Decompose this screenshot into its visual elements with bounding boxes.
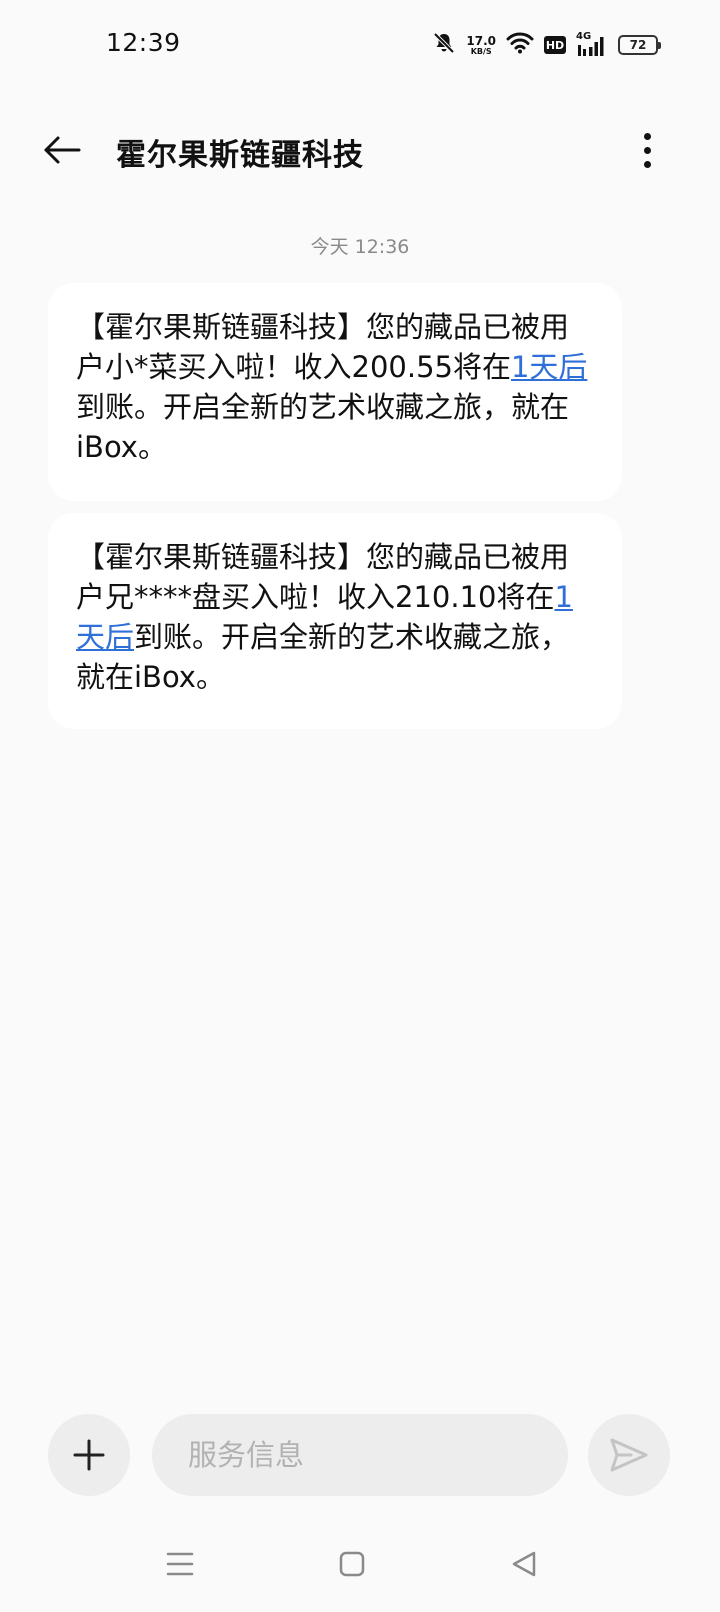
message-text: 到账。开启全新的艺术收藏之旅，就在iBox。 bbox=[76, 390, 570, 464]
message-date-link[interactable]: 1天后 bbox=[511, 350, 587, 384]
wifi-icon bbox=[506, 32, 534, 58]
system-navigation-bar bbox=[0, 1530, 720, 1600]
message-text: 【霍尔果斯链疆科技】您的藏品已被用户小*菜买入啦！收入200.55将在 bbox=[76, 310, 570, 384]
message-bubble[interactable]: 【霍尔果斯链疆科技】您的藏品已被用户兄****盘买入啦！收入210.10将在1天… bbox=[48, 513, 622, 729]
message-date-stamp: 今天 12:36 bbox=[310, 236, 410, 258]
send-button[interactable] bbox=[588, 1414, 670, 1496]
back-triangle-icon bbox=[512, 1551, 536, 1577]
back-button[interactable] bbox=[38, 128, 86, 172]
send-icon bbox=[610, 1438, 648, 1472]
nav-home-button[interactable] bbox=[327, 1542, 377, 1586]
network-speed-value: 17.0 bbox=[466, 33, 496, 48]
status-icons: 17.0 KB/S HD 4G 72 bbox=[432, 30, 661, 60]
more-options-button[interactable] bbox=[634, 128, 660, 172]
hd-badge: HD bbox=[544, 36, 566, 54]
conversation-header: 霍尔果斯链疆科技 bbox=[0, 110, 720, 190]
home-icon bbox=[339, 1551, 365, 1577]
add-attachment-button[interactable] bbox=[48, 1414, 130, 1496]
battery-indicator: 72 bbox=[618, 35, 661, 55]
signal-icon: 4G bbox=[576, 31, 608, 57]
more-vertical-icon bbox=[643, 132, 651, 140]
message-text: 【霍尔果斯链疆科技】您的藏品已被用户兄****盘买入啦！收入210.10将在 bbox=[76, 540, 570, 614]
page-title: 霍尔果斯链疆科技 bbox=[116, 138, 364, 173]
arrow-left-icon bbox=[44, 136, 81, 164]
nav-menu-button[interactable] bbox=[155, 1542, 205, 1586]
network-speed-unit: KB/S bbox=[470, 46, 492, 56]
mute-notification-icon bbox=[432, 31, 456, 59]
network-speed: 17.0 KB/S bbox=[466, 35, 496, 56]
plus-icon bbox=[73, 1439, 105, 1471]
message-text: 到账。开启全新的艺术收藏之旅，就在iBox。 bbox=[76, 620, 570, 694]
nav-back-button[interactable] bbox=[499, 1542, 549, 1586]
message-input[interactable] bbox=[152, 1414, 568, 1496]
more-vertical-icon bbox=[643, 160, 651, 168]
more-vertical-icon bbox=[643, 146, 651, 154]
message-composer bbox=[0, 1412, 720, 1498]
status-bar: 12:39 17.0 KB/S HD 4G 72 bbox=[0, 0, 720, 92]
message-bubble[interactable]: 【霍尔果斯链疆科技】您的藏品已被用户小*菜买入啦！收入200.55将在1天后到账… bbox=[48, 283, 622, 501]
status-time: 12:39 bbox=[106, 28, 181, 57]
menu-icon bbox=[166, 1552, 194, 1576]
